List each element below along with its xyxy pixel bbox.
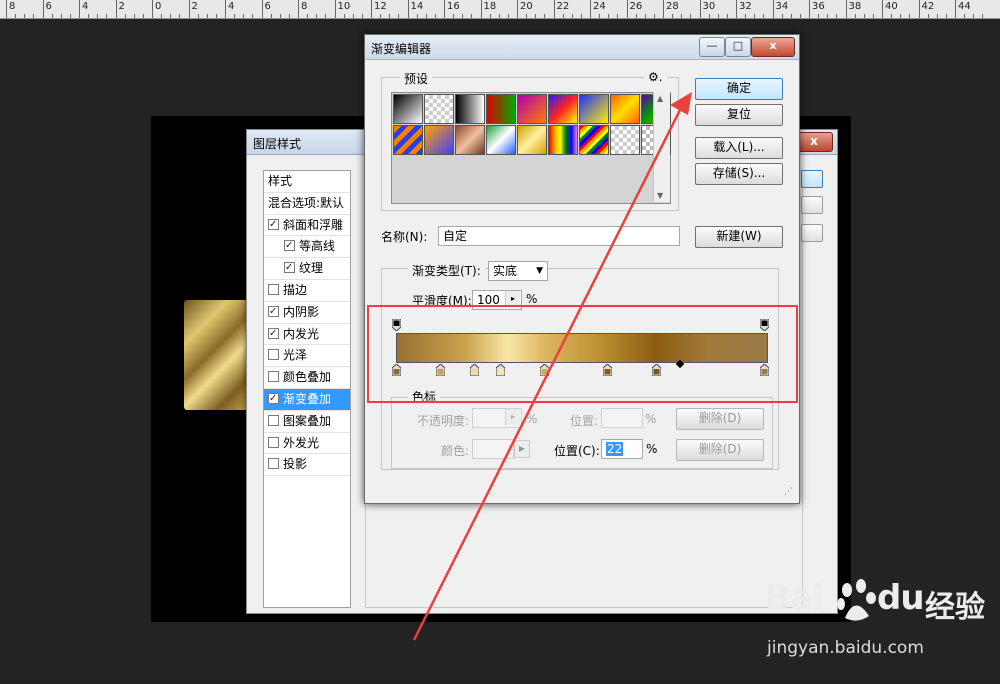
baidu-logo-tail: du xyxy=(877,578,925,618)
baidu-watermark: Bai du 经验 jingyan.baidu.com xyxy=(765,578,995,678)
paw-icon xyxy=(837,579,876,621)
baidu-logo-text: Bai xyxy=(765,578,824,618)
watermark-url: jingyan.baidu.com xyxy=(767,638,924,658)
jingyan-text: 经验 xyxy=(925,590,985,625)
